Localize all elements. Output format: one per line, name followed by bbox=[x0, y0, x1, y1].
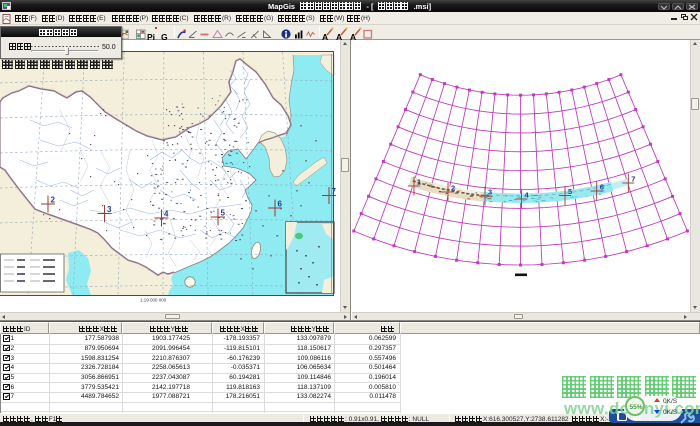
svg-text:5: 5 bbox=[568, 187, 572, 196]
svg-text:1:19 000 000: 1:19 000 000 bbox=[140, 298, 167, 303]
svg-text:3: 3 bbox=[107, 205, 112, 214]
svg-text:7: 7 bbox=[631, 175, 635, 184]
svg-text:2: 2 bbox=[451, 184, 455, 193]
svg-text:1: 1 bbox=[417, 178, 421, 187]
svg-text:2: 2 bbox=[51, 196, 56, 205]
svg-text:6: 6 bbox=[278, 200, 283, 209]
svg-text:4: 4 bbox=[164, 210, 169, 219]
svg-text:5: 5 bbox=[221, 209, 226, 218]
svg-text:6: 6 bbox=[600, 183, 604, 192]
svg-text:3: 3 bbox=[488, 188, 492, 197]
